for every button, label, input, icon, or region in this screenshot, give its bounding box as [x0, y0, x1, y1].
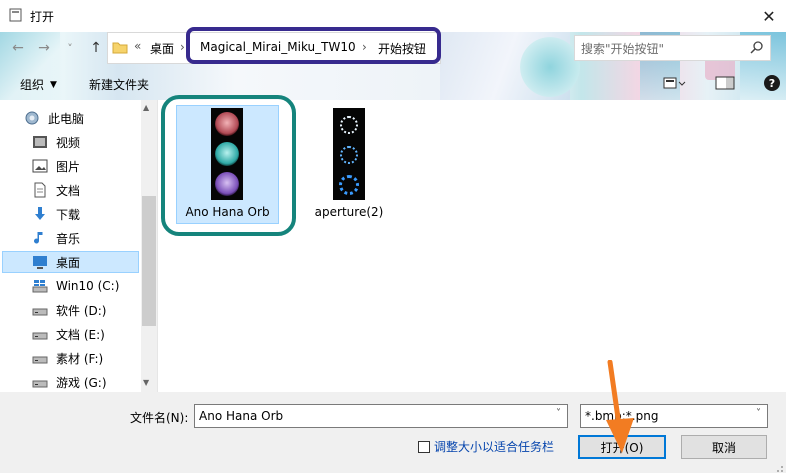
new-folder-button[interactable]: 新建文件夹 — [89, 76, 149, 93]
chevron-down-icon: ˅ — [756, 408, 761, 419]
windows-drive-icon — [32, 278, 48, 294]
sidebar-item-documents[interactable]: 文档 — [32, 179, 80, 201]
drive-icon — [32, 350, 48, 366]
pointer-arrow-annotation — [596, 359, 636, 455]
close-button[interactable]: ✕ — [752, 0, 786, 32]
download-icon — [32, 206, 48, 222]
sidebar-item-drive-g[interactable]: 游戏 (G:) — [32, 371, 107, 393]
pictures-icon — [32, 158, 48, 174]
drive-icon — [32, 374, 48, 390]
file-thumbnail-aperture — [333, 108, 365, 200]
sidebar-item-desktop[interactable]: 桌面 — [32, 251, 80, 273]
close-icon: ✕ — [762, 6, 776, 26]
filename-label: 文件名(N): — [130, 411, 189, 425]
forward-arrow-icon: → — [38, 40, 50, 56]
preview-pane-icon[interactable] — [715, 76, 735, 90]
sidebar-item-drive-e[interactable]: 文档 (E:) — [32, 323, 105, 345]
folder-icon — [112, 40, 128, 54]
overflow-chevron[interactable]: « — [134, 39, 141, 53]
back-arrow-icon: ← — [12, 40, 24, 56]
sidebar-item-drive-f[interactable]: 素材 (F:) — [32, 347, 103, 369]
view-options-icon[interactable] — [663, 76, 686, 90]
sidebar-item-this-pc[interactable]: 此电脑 — [24, 107, 84, 129]
documents-icon — [32, 182, 48, 198]
scroll-up-icon[interactable]: ▲ — [143, 103, 149, 112]
caret-down-icon: ▼ — [50, 79, 57, 90]
organize-label: 组织 — [20, 78, 45, 92]
sidebar-item-videos[interactable]: 视频 — [32, 131, 80, 153]
drive-icon — [32, 326, 48, 342]
search-placeholder: 搜索"开始按钮" — [581, 42, 665, 56]
recent-locations-button[interactable]: ˅ — [60, 37, 80, 59]
back-button[interactable]: ← — [8, 37, 28, 59]
file-highlight-annotation — [161, 95, 296, 236]
window-icon — [9, 8, 22, 22]
organize-menu[interactable]: 组织 ▼ — [20, 76, 57, 93]
music-icon — [32, 230, 48, 246]
taskbar-resize-checkbox[interactable] — [418, 441, 430, 453]
filename-value: Ano Hana Orb — [199, 409, 284, 423]
breadcrumb-separator[interactable]: › — [180, 40, 185, 54]
filename-input[interactable]: Ano Hana Orb ˅ — [194, 404, 568, 428]
breadcrumb-desktop[interactable]: 桌面 — [150, 40, 174, 57]
resize-grip-icon[interactable] — [772, 462, 784, 472]
drive-icon — [32, 302, 48, 318]
sidebar-item-downloads[interactable]: 下载 — [32, 203, 80, 225]
video-icon — [32, 134, 48, 150]
computer-icon — [24, 110, 40, 126]
pane-divider — [157, 100, 158, 392]
chevron-down-icon: ˅ — [67, 41, 73, 55]
sidebar-item-drive-d[interactable]: 软件 (D:) — [32, 299, 106, 321]
sidebar-item-drive-c[interactable]: Win10 (C:) — [32, 275, 119, 297]
sidebar-item-pictures[interactable]: 图片 — [32, 155, 80, 177]
scrollbar-thumb[interactable] — [142, 196, 156, 326]
search-icon[interactable] — [750, 40, 764, 54]
scroll-down-icon[interactable]: ▼ — [143, 378, 149, 387]
forward-button[interactable]: → — [34, 37, 54, 59]
window-title: 打开 — [30, 10, 55, 24]
taskbar-resize-label[interactable]: 调整大小以适合任务栏 — [434, 438, 554, 455]
up-arrow-icon: ↑ — [90, 40, 102, 56]
help-icon[interactable]: ? — [764, 75, 780, 91]
cancel-button[interactable]: 取消 — [681, 435, 767, 459]
sidebar-item-music[interactable]: 音乐 — [32, 227, 80, 249]
up-button[interactable]: ↑ — [86, 37, 106, 59]
desktop-icon — [32, 254, 48, 270]
chevron-down-icon[interactable]: ˅ — [556, 408, 561, 419]
address-highlight-annotation — [186, 27, 441, 64]
file-name: aperture(2) — [314, 205, 384, 219]
